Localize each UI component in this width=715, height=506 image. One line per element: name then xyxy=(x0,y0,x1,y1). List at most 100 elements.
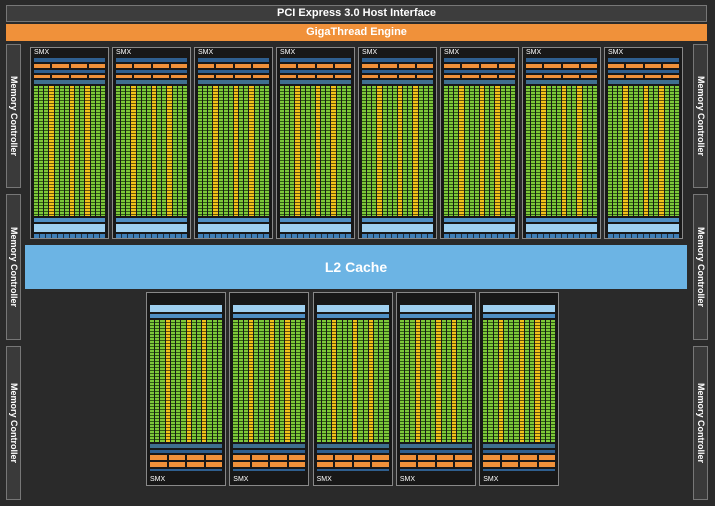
special-unit-column xyxy=(315,86,321,216)
dispatch-unit xyxy=(335,462,352,467)
cuda-core-column xyxy=(669,86,674,216)
dispatch-unit-row xyxy=(316,455,389,460)
cuda-core-column xyxy=(44,86,49,216)
l2-cache-label: L2 Cache xyxy=(324,259,388,275)
special-unit-column xyxy=(519,320,524,442)
dispatch-unit xyxy=(233,455,250,460)
cuda-core-column xyxy=(373,320,379,442)
dispatch-unit xyxy=(398,64,415,68)
shared-memory xyxy=(362,224,433,232)
smx-label: SMX xyxy=(233,476,249,483)
shared-memory xyxy=(483,305,556,312)
dispatch-unit xyxy=(335,455,352,460)
dispatch-unit xyxy=(280,64,297,68)
cuda-core-column xyxy=(638,86,643,216)
dispatch-unit xyxy=(380,64,397,68)
dispatch-unit xyxy=(234,64,251,68)
warp-scheduler xyxy=(34,70,105,73)
dispatch-unit xyxy=(462,75,479,78)
special-unit-column xyxy=(213,86,218,216)
special-unit-column xyxy=(269,320,274,442)
dispatch-unit-row xyxy=(526,75,597,78)
dispatch-unit xyxy=(380,75,397,78)
interconnect xyxy=(483,314,556,318)
smx-label: SMX xyxy=(444,49,460,56)
cuda-core-column xyxy=(446,320,452,442)
cuda-core-column xyxy=(217,320,222,442)
cuda-core-grid xyxy=(483,320,556,442)
dispatch-unit xyxy=(34,75,51,78)
instruction-cache xyxy=(526,58,597,62)
dispatch-unit xyxy=(520,462,537,467)
dispatch-unit xyxy=(270,455,287,460)
dispatch-unit xyxy=(251,462,269,467)
cuda-core-grid xyxy=(526,86,597,216)
dispatch-unit xyxy=(626,75,643,78)
special-unit-column xyxy=(167,86,172,216)
dispatch-unit xyxy=(270,462,287,467)
dispatch-unit xyxy=(544,64,561,68)
interconnect xyxy=(280,218,351,222)
cuda-core-column xyxy=(310,86,315,216)
dispatch-unit xyxy=(134,75,151,78)
cuda-core-column xyxy=(536,86,541,216)
dispatch-unit xyxy=(662,75,679,78)
dispatch-unit xyxy=(362,64,379,68)
dispatch-unit xyxy=(372,462,389,467)
smx-label: SMX xyxy=(198,49,214,56)
pcie-host-interface: PCI Express 3.0 Host Interface xyxy=(6,5,707,22)
cuda-core-column xyxy=(649,86,654,216)
register-file xyxy=(316,444,389,448)
cuda-core-column xyxy=(488,320,493,442)
cuda-core-column xyxy=(150,320,155,442)
cuda-core-column xyxy=(39,86,44,216)
cuda-core-column xyxy=(572,86,577,216)
memory-controller-label: Memory Controller xyxy=(8,226,19,308)
dispatch-unit xyxy=(52,75,69,78)
shared-memory xyxy=(399,305,472,312)
cuda-core-column xyxy=(80,86,85,216)
cuda-core-column xyxy=(244,86,249,216)
smx-block: SMX xyxy=(479,292,560,486)
warp-scheduler xyxy=(316,450,389,453)
cuda-core-column xyxy=(342,320,347,442)
cuda-core-column xyxy=(290,86,295,216)
dispatch-unit xyxy=(455,455,472,460)
cuda-core-column xyxy=(280,86,285,216)
dispatch-unit xyxy=(298,64,315,68)
instruction-cache xyxy=(608,58,679,62)
cuda-core-column xyxy=(545,320,550,442)
dispatch-unit xyxy=(483,455,500,460)
dispatch-unit xyxy=(418,455,435,460)
shared-memory xyxy=(150,305,222,312)
instruction-cache xyxy=(399,469,472,471)
texture-unit-row xyxy=(198,234,269,238)
cuda-core-column xyxy=(326,86,331,216)
dispatch-unit xyxy=(52,64,69,68)
dispatch-unit xyxy=(644,64,661,68)
cuda-core-column xyxy=(254,86,259,216)
special-unit-column xyxy=(285,320,290,442)
dispatch-unit xyxy=(116,64,133,68)
smx-label: SMX xyxy=(116,49,132,56)
instruction-cache xyxy=(483,469,556,471)
cuda-core-column xyxy=(551,86,556,216)
cuda-core-column xyxy=(592,86,597,216)
special-unit-column xyxy=(541,86,546,216)
dispatch-unit xyxy=(252,64,269,68)
dispatch-unit-row xyxy=(444,75,515,78)
shared-memory xyxy=(316,305,389,312)
cuda-core-column xyxy=(504,320,509,442)
interconnect xyxy=(150,314,222,318)
memory-controller-right-bottom: Memory Controller xyxy=(693,346,708,500)
smx-block: SMX xyxy=(395,292,476,486)
dispatch-unit-row xyxy=(198,64,269,68)
cuda-core-column xyxy=(367,86,372,216)
register-file xyxy=(116,80,187,84)
cuda-core-column xyxy=(358,320,363,442)
dispatch-unit xyxy=(398,75,415,78)
register-file xyxy=(444,80,515,84)
dispatch-unit xyxy=(316,64,333,68)
dispatch-unit xyxy=(88,75,105,78)
dispatch-unit xyxy=(580,75,597,78)
